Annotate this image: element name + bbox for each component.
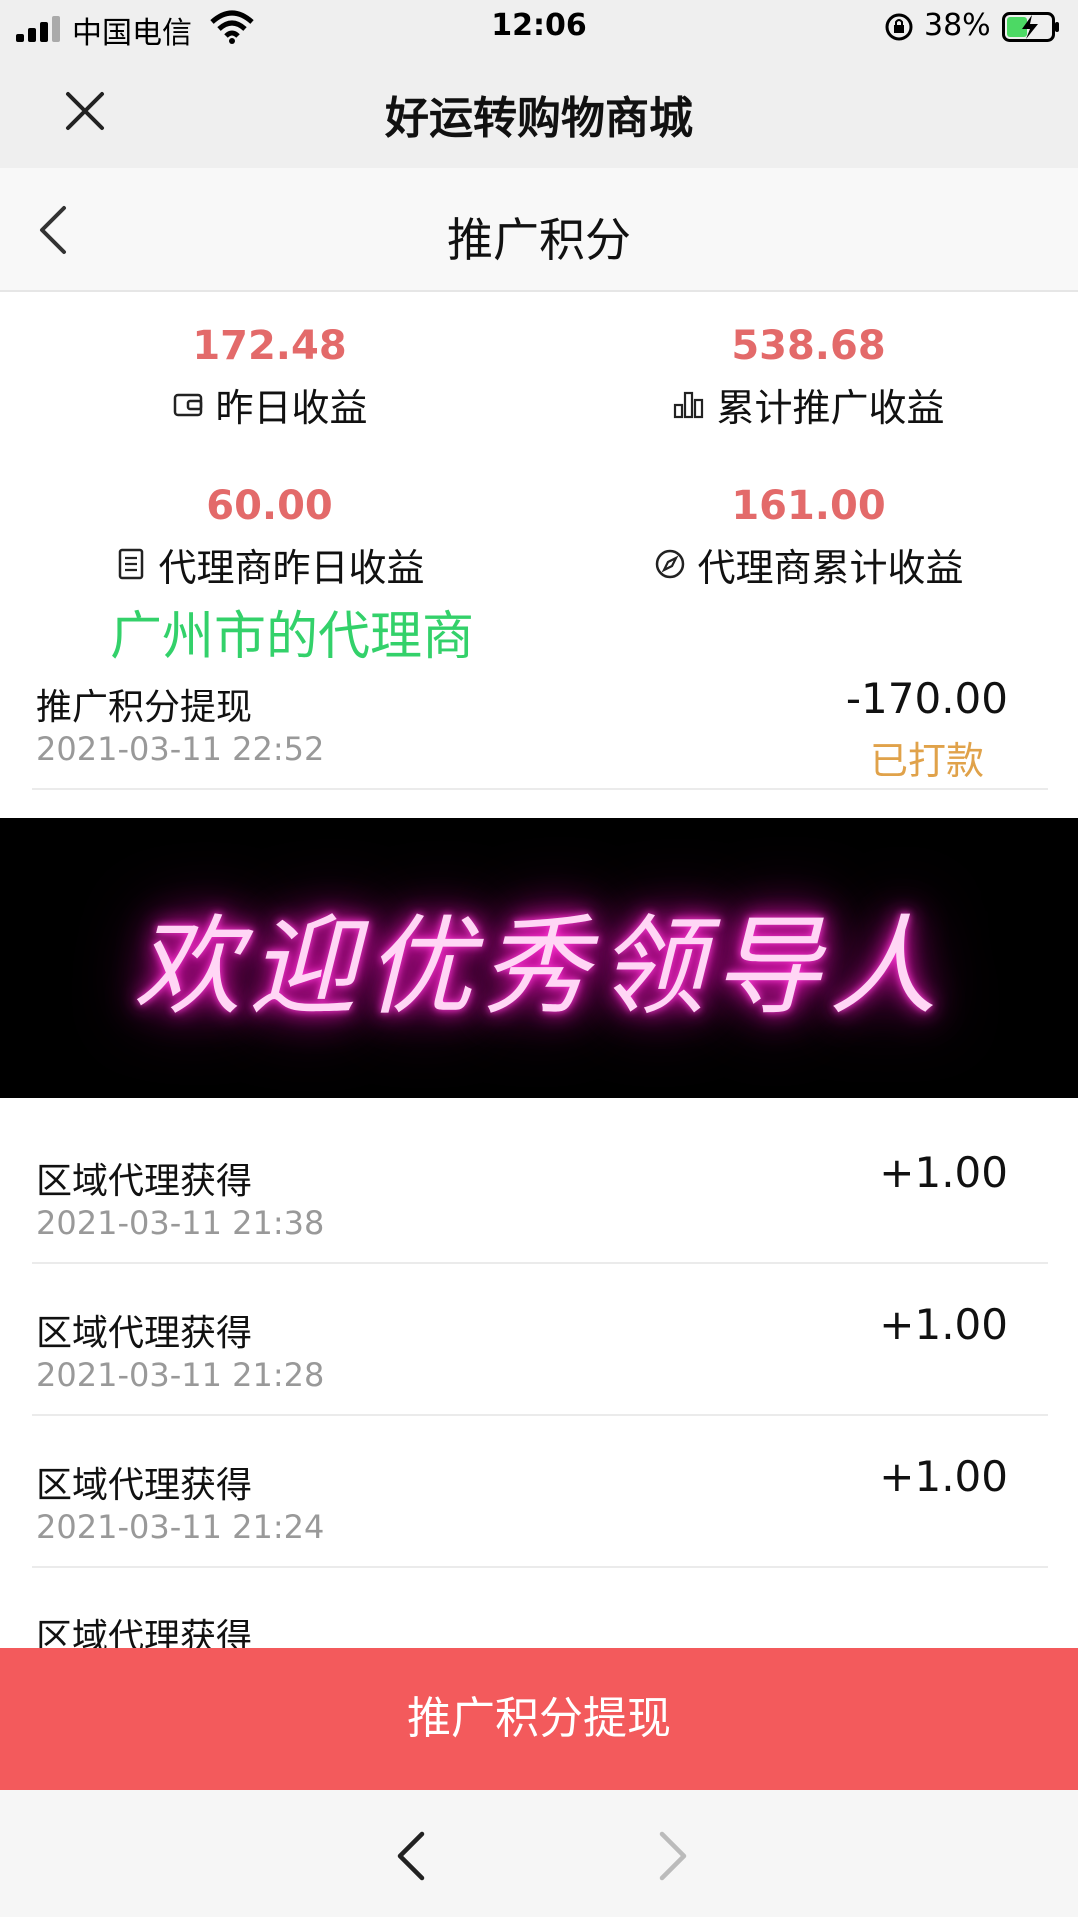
stat-total-promotion-earnings: 538.68 累计推广收益 bbox=[539, 316, 1078, 432]
compass-icon bbox=[656, 549, 685, 579]
page-header: 推广积分 bbox=[0, 168, 1078, 292]
battery-percent: 38% bbox=[924, 8, 991, 43]
stat-label: 代理商昨日收益 bbox=[158, 545, 425, 590]
stat-value: 172.48 bbox=[192, 323, 347, 369]
record-amount: +1.00 bbox=[879, 1148, 1008, 1197]
record-amount: +1.00 bbox=[879, 1452, 1008, 1501]
rotation-lock-icon bbox=[885, 13, 913, 41]
list-item[interactable]: 区域代理获得 2021-03-11 21:28 +1.00 bbox=[32, 1264, 1048, 1416]
stat-value: 161.00 bbox=[731, 483, 886, 529]
stat-value: 60.00 bbox=[206, 483, 333, 529]
app-title: 好运转购物商城 bbox=[385, 93, 693, 144]
wallet-icon bbox=[174, 393, 203, 417]
stat-label: 代理商累计收益 bbox=[697, 545, 964, 590]
banner-text: 欢迎优秀领导人 bbox=[132, 905, 945, 1030]
record-date: 2021-03-11 22:52 bbox=[36, 730, 325, 768]
stat-agent-yesterday-earnings: 60.00 代理商昨日收益 bbox=[0, 476, 539, 592]
stat-yesterday-earnings: 172.48 昨日收益 bbox=[0, 316, 539, 432]
page-title: 推广积分 bbox=[447, 213, 631, 267]
battery-charging-icon bbox=[1002, 12, 1059, 42]
back-arrow-icon[interactable] bbox=[392, 1826, 432, 1886]
document-icon bbox=[119, 548, 144, 580]
list-item[interactable]: 区域代理获得 2021-03-11 21:24 +1.00 bbox=[32, 1416, 1048, 1568]
forward-arrow-icon[interactable] bbox=[652, 1826, 692, 1886]
status-bar: 中国电信 12:06 38% bbox=[0, 0, 1078, 56]
stat-value: 538.68 bbox=[731, 323, 886, 369]
list-item[interactable]: 区域代理获得 2021-03-11 21:38 +1.00 bbox=[32, 1112, 1048, 1264]
list-item[interactable]: 推广积分提现 2021-03-11 22:52 -170.00 已打款 bbox=[32, 638, 1048, 790]
bar-chart-icon bbox=[674, 391, 704, 419]
record-title: 区域代理获得 bbox=[36, 1465, 253, 1506]
status-time: 12:06 bbox=[491, 8, 587, 43]
record-amount: +1.00 bbox=[879, 1300, 1008, 1349]
record-date: 2021-03-11 21:24 bbox=[36, 1508, 325, 1546]
record-amount: -170.00 bbox=[845, 674, 1008, 723]
record-title: 推广积分提现 bbox=[36, 687, 253, 728]
app-title-bar: 好运转购物商城 bbox=[0, 56, 1078, 168]
stat-label: 昨日收益 bbox=[215, 385, 368, 430]
record-date: 2021-03-11 21:28 bbox=[36, 1356, 325, 1394]
stat-label: 累计推广收益 bbox=[716, 385, 945, 430]
earnings-summary: 172.48 昨日收益 538.68 累计推广收益 60.00 代理商昨日收益 … bbox=[0, 292, 1078, 608]
record-date: 2021-03-11 21:38 bbox=[36, 1204, 325, 1242]
stat-agent-total-earnings: 161.00 代理商累计收益 bbox=[539, 476, 1078, 592]
record-title: 区域代理获得 bbox=[36, 1313, 253, 1354]
page: 中国电信 12:06 38% 好运转购物商城 推广积分 172.48 昨日收益 … bbox=[0, 0, 1078, 1917]
record-title: 区域代理获得 bbox=[36, 1161, 253, 1202]
status-badge: 已打款 bbox=[869, 739, 984, 783]
withdraw-button[interactable]: 推广积分提现 bbox=[0, 1648, 1078, 1790]
welcome-banner: 欢迎优秀领导人 bbox=[0, 818, 1078, 1098]
browser-nav-bar bbox=[0, 1790, 1078, 1917]
